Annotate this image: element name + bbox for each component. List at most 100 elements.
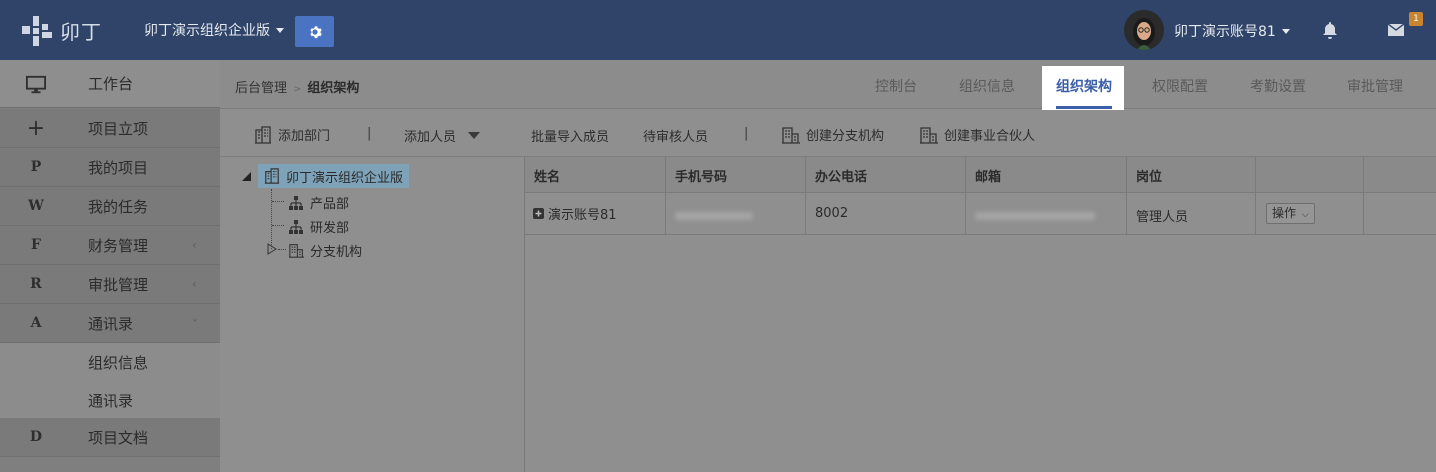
table-header-action: [1256, 157, 1364, 193]
redacted-email: [975, 211, 1095, 220]
pending-review-button[interactable]: 待审核人员: [643, 126, 708, 145]
table-cell-name[interactable]: 演示账号81: [525, 193, 666, 235]
account-menu[interactable]: 卯丁演示账号81: [1174, 21, 1290, 41]
org-tree: 卯丁演示组织企业版 产品部 研发部 分支机构: [220, 157, 525, 472]
table-header-name[interactable]: 姓名: [525, 157, 666, 193]
add-person-label: 添加人员: [404, 130, 457, 145]
toolbar: 添加部门 | 添加人员 批量导入成员 待审核人员 | 创建分支机构 创建事业合伙…: [220, 110, 1436, 157]
sidebar-item-approval[interactable]: R 审批管理 ‹: [0, 265, 220, 304]
tree-root-node[interactable]: 卯丁演示组织企业版: [258, 164, 410, 188]
batch-import-button[interactable]: 批量导入成员: [531, 126, 609, 145]
org-switcher[interactable]: 卯丁演示组织企业版: [144, 20, 284, 40]
chevron-down-icon: ⌵: [1301, 210, 1309, 220]
settings-button[interactable]: [295, 16, 334, 47]
sidebar-item-label: 审批管理: [88, 275, 149, 294]
action-label: 操作: [1272, 206, 1297, 220]
table-cell-mobile: [666, 193, 806, 235]
account-name: 卯丁演示账号81: [1174, 24, 1276, 40]
tree-expand-icon[interactable]: [267, 243, 277, 255]
expand-plus-icon[interactable]: [533, 208, 544, 219]
breadcrumb-current: 组织架构: [307, 81, 360, 96]
tree-connector: [271, 189, 272, 249]
create-partner-button[interactable]: 创建事业合伙人: [920, 125, 1035, 144]
sidebar-item-finance[interactable]: F 财务管理 ‹: [0, 226, 220, 265]
letter-f-icon: F: [31, 237, 41, 253]
tab-attendance[interactable]: 考勤设置: [1250, 76, 1306, 96]
sidebar-item-label: 通讯录: [88, 391, 134, 410]
letter-w-icon: W: [28, 198, 44, 214]
tree-node-rnd[interactable]: 研发部: [289, 217, 349, 236]
tab-org-structure[interactable]: 组织架构: [1042, 66, 1124, 115]
sidebar-item-label: 项目立项: [88, 119, 149, 138]
table-header-position[interactable]: 岗位: [1127, 157, 1256, 193]
add-department-button[interactable]: 添加部门: [254, 125, 330, 144]
chevron-down-icon: ˇ: [192, 318, 198, 332]
breadcrumb: 后台管理 > 组织架构: [235, 77, 359, 96]
table-header-office-phone[interactable]: 办公电话: [806, 157, 966, 193]
breadcrumb-separator: >: [293, 84, 302, 95]
building-icon: [289, 244, 304, 258]
action-dropdown-button[interactable]: 操作 ⌵: [1266, 203, 1315, 224]
chevron-left-icon: ‹: [192, 277, 197, 291]
create-branch-label: 创建分支机构: [806, 129, 885, 144]
sidebar-item-label: 项目文档: [88, 428, 149, 447]
table-header-email[interactable]: 邮箱: [966, 157, 1127, 193]
sidebar-item-my-projects[interactable]: P 我的项目: [0, 148, 220, 187]
active-tab-indicator: [1056, 106, 1112, 109]
sidebar-item-project-docs[interactable]: D 项目文档: [0, 418, 220, 457]
gear-icon: [309, 25, 322, 38]
sidebar-item-label: 组织信息: [88, 353, 149, 372]
tree-connector: [272, 201, 284, 202]
toolbar-divider: |: [744, 126, 749, 141]
tree-node-label: 产品部: [310, 197, 350, 212]
sidebar-subitem-contacts[interactable]: 通讯录: [0, 381, 220, 420]
avatar[interactable]: [1124, 10, 1164, 50]
members-table: 姓名 手机号码 办公电话 邮箱 岗位 演示账号81 8002 管理人员 操作 ⌵: [525, 157, 1436, 472]
sidebar-item-label: 我的项目: [88, 158, 149, 177]
mail-icon[interactable]: [1388, 24, 1404, 36]
bell-icon[interactable]: [1322, 21, 1338, 39]
toolbar-divider: |: [367, 126, 372, 141]
table-header-filler: [1364, 157, 1436, 193]
table-header-mobile[interactable]: 手机号码: [666, 157, 806, 193]
content-header: 后台管理 > 组织架构 控制台 组织信息 权限配置 考勤设置 审批管理: [220, 60, 1436, 109]
breadcrumb-root[interactable]: 后台管理: [235, 81, 287, 96]
sidebar-item-label: 财务管理: [88, 236, 149, 255]
tab-console[interactable]: 控制台: [875, 76, 917, 96]
letter-r-icon: R: [30, 276, 42, 292]
add-person-button[interactable]: 添加人员: [404, 126, 481, 145]
sidebar-item-my-tasks[interactable]: W 我的任务: [0, 187, 220, 226]
create-branch-button[interactable]: 创建分支机构: [782, 125, 884, 144]
sidebar-item-label: 工作台: [88, 75, 134, 93]
tab-permissions[interactable]: 权限配置: [1152, 76, 1208, 96]
sidebar-item-label: 我的任务: [88, 197, 149, 216]
plus-icon: +: [26, 115, 46, 141]
top-navbar: 卯丁 卯丁演示组织企业版 卯丁演示账号81 1: [0, 0, 1436, 60]
building-icon: [264, 168, 280, 184]
chevron-left-icon: ‹: [192, 238, 197, 252]
tree-collapse-icon[interactable]: [240, 170, 252, 182]
sidebar-subitem-org-info[interactable]: 组织信息: [0, 343, 220, 382]
sidebar-item-workbench[interactable]: 工作台: [0, 60, 220, 108]
tree-connector: [272, 225, 284, 226]
letter-a-icon: A: [30, 315, 42, 331]
sidebar: 工作台 + 项目立项 P 我的项目 W 我的任务 F 财务管理 ‹ R 审批管理…: [0, 60, 220, 472]
table-cell-position: 管理人员: [1127, 193, 1256, 235]
sidebar-item-project-setup[interactable]: + 项目立项: [0, 109, 220, 148]
app-logo[interactable]: 卯丁: [22, 14, 102, 46]
caret-down-icon: [1281, 28, 1290, 34]
sidebar-item-contacts[interactable]: A 通讯录 ˇ: [0, 304, 220, 343]
letter-d-icon: D: [29, 429, 43, 445]
tree-node-product[interactable]: 产品部: [289, 193, 349, 212]
batch-import-label: 批量导入成员: [531, 130, 610, 145]
tab-approval[interactable]: 审批管理: [1347, 76, 1403, 96]
logo-mark-icon: [22, 14, 56, 46]
table-cell-office-phone: 8002: [806, 193, 966, 235]
tree-connector: [278, 249, 286, 250]
pending-review-label: 待审核人员: [643, 130, 709, 145]
add-department-label: 添加部门: [278, 129, 331, 144]
tab-label: 组织架构: [1056, 79, 1112, 95]
org-chart-icon: [289, 219, 303, 234]
tree-node-branches[interactable]: 分支机构: [289, 241, 362, 260]
tab-org-info[interactable]: 组织信息: [959, 76, 1015, 96]
